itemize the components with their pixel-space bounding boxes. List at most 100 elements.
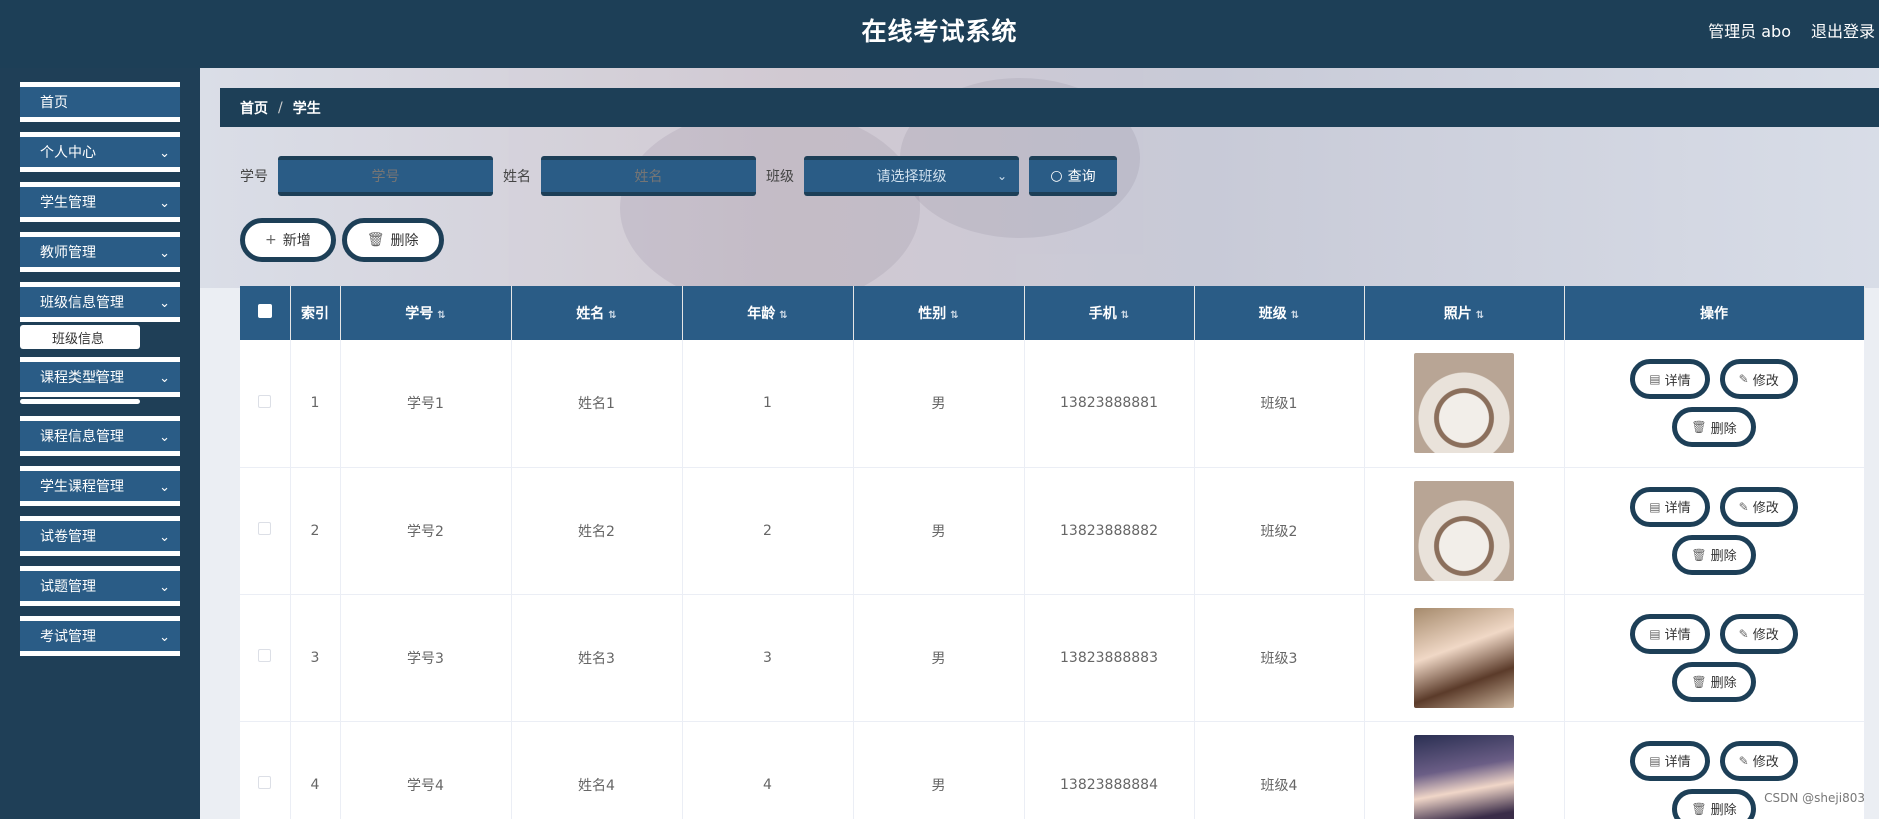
column-header-name[interactable]: 姓名 ⇅ — [511, 286, 683, 340]
row-checkbox[interactable] — [240, 594, 291, 722]
edit-button[interactable]: ✎ 修改 — [1719, 359, 1798, 400]
sidebar-item-student-course-management[interactable]: 学生课程管理 ⌄ — [20, 466, 180, 506]
student-photo[interactable] — [1414, 353, 1514, 454]
sort-icon[interactable]: ⇅ — [437, 310, 445, 321]
sidebar-item-teacher-management[interactable]: 教师管理 ⌄ — [20, 232, 180, 272]
query-button[interactable]: ○ 查询 — [1029, 156, 1117, 196]
top-header: 在线考试系统 管理员 abo 退出登录 — [0, 0, 1879, 68]
breadcrumb-home[interactable]: 首页 — [240, 98, 268, 118]
sidebar-item-personal-center[interactable]: 个人中心 ⌄ — [20, 132, 180, 172]
sidebar-item-exam-management[interactable]: 考试管理 ⌄ — [20, 616, 180, 656]
student-no-input[interactable] — [278, 156, 493, 196]
sidebar-item-label: 班级信息管理 — [40, 295, 124, 311]
batch-delete-button[interactable]: 🗑 删除 — [341, 218, 444, 262]
edit-button[interactable]: ✎ 修改 — [1719, 486, 1798, 527]
table-row: 4 学号4 姓名4 4 男 13823888884 班级4 ▤ 详情 ✎ 修改 🗑 删… — [240, 721, 1865, 819]
sidebar-item-home[interactable]: 首页 — [20, 82, 180, 122]
sort-icon[interactable]: ⇅ — [1291, 310, 1299, 321]
sort-icon[interactable]: ⇅ — [1121, 310, 1129, 321]
breadcrumb-current: 学生 — [292, 100, 321, 117]
column-header-label: 性别 — [918, 306, 947, 322]
main-content: 首页 / 学生 学号 姓名 班级 请选择班级 ⌄ ○ 查询 + 新增 🗑 删除 — [200, 68, 1879, 819]
cell-name: 姓名2 — [511, 467, 683, 595]
student-no-label: 学号 — [240, 169, 268, 185]
detail-label: 详情 — [1664, 628, 1691, 643]
column-header-label: 照片 — [1443, 306, 1472, 322]
logout-link[interactable]: 退出登录 — [1811, 18, 1875, 42]
cell-index: 1 — [290, 340, 341, 468]
document-icon: ▤ — [1649, 626, 1661, 641]
sidebar: 首页 个人中心 ⌄ 学生管理 ⌄ 教师管理 ⌄ 班级信息管理 ⌄ 班级信息 课程… — [0, 68, 200, 819]
chevron-down-icon: ⌄ — [159, 196, 170, 211]
cell-index: 4 — [290, 721, 341, 819]
column-header-phone[interactable]: 手机 ⇅ — [1024, 286, 1195, 340]
sort-icon[interactable]: ⇅ — [1476, 310, 1484, 321]
sidebar-item-student-management[interactable]: 学生管理 ⌄ — [20, 182, 180, 222]
student-photo[interactable] — [1414, 480, 1514, 581]
sidebar-subitem-class-info[interactable]: 班级信息 — [20, 325, 140, 349]
sidebar-item-question-management[interactable]: 试题管理 ⌄ — [20, 566, 180, 606]
search-icon: ○ — [1050, 168, 1063, 184]
detail-button[interactable]: ▤ 详情 — [1630, 740, 1710, 781]
sidebar-item-paper-management[interactable]: 试卷管理 ⌄ — [20, 516, 180, 556]
document-icon: ▤ — [1649, 753, 1661, 768]
cell-age: 2 — [682, 467, 854, 595]
column-header-class[interactable]: 班级 ⇅ — [1194, 286, 1365, 340]
detail-button[interactable]: ▤ 详情 — [1630, 486, 1710, 527]
sort-icon[interactable]: ⇅ — [779, 310, 787, 321]
edit-button[interactable]: ✎ 修改 — [1719, 740, 1798, 781]
detail-label: 详情 — [1664, 373, 1691, 389]
student-photo[interactable] — [1414, 734, 1514, 819]
sidebar-item-label: 学生管理 — [40, 195, 96, 211]
sidebar-item-label: 考试管理 — [40, 629, 96, 645]
sidebar-item-class-info-management[interactable]: 班级信息管理 ⌄ — [20, 282, 180, 322]
sidebar-item-course-type-management[interactable]: 课程类型管理 ⌄ — [20, 357, 180, 397]
delete-button[interactable]: 🗑 删除 — [1672, 407, 1756, 448]
edit-button[interactable]: ✎ 修改 — [1719, 613, 1798, 654]
edit-label: 修改 — [1752, 755, 1779, 770]
delete-button[interactable]: 🗑 删除 — [1672, 788, 1756, 819]
column-header-photo[interactable]: 照片 ⇅ — [1364, 286, 1565, 340]
chevron-down-icon: ⌄ — [159, 296, 170, 311]
sidebar-item-label: 教师管理 — [40, 245, 96, 261]
row-checkbox[interactable] — [240, 467, 291, 595]
student-table: 索引 学号 ⇅ 姓名 ⇅ 年龄 ⇅ 性别 ⇅ 手机 ⇅ 班级 ⇅ 照片 ⇅ 操作 1 学号1 … — [240, 286, 1865, 819]
select-all-checkbox[interactable] — [240, 286, 291, 340]
add-button[interactable]: + 新增 — [240, 218, 336, 262]
pencil-icon: ✎ — [1738, 753, 1749, 768]
query-button-label: 查询 — [1067, 169, 1096, 185]
sidebar-item-course-info-management[interactable]: 课程信息管理 ⌄ — [20, 416, 180, 456]
chevron-down-icon: ⌄ — [159, 530, 170, 545]
delete-button[interactable]: 🗑 删除 — [1672, 534, 1756, 575]
chevron-down-icon: ⌄ — [159, 146, 170, 161]
student-photo[interactable] — [1414, 607, 1514, 708]
delete-button[interactable]: 🗑 删除 — [1672, 661, 1756, 702]
app-title: 在线考试系统 — [861, 17, 1018, 46]
detail-button[interactable]: ▤ 详情 — [1630, 613, 1710, 654]
class-select[interactable]: 请选择班级 ⌄ — [804, 156, 1019, 196]
cell-gender: 男 — [853, 594, 1025, 722]
table-header-row: 索引 学号 ⇅ 姓名 ⇅ 年龄 ⇅ 性别 ⇅ 手机 ⇅ 班级 ⇅ 照片 ⇅ 操作 — [240, 286, 1865, 340]
column-header-label: 学号 — [405, 306, 434, 322]
action-bar: + 新增 🗑 删除 — [240, 218, 450, 262]
row-checkbox[interactable] — [240, 340, 291, 468]
add-button-label: 新增 — [282, 233, 311, 249]
column-header-gender[interactable]: 性别 ⇅ — [853, 286, 1025, 340]
sort-icon[interactable]: ⇅ — [950, 310, 958, 321]
pencil-icon: ✎ — [1738, 372, 1749, 387]
row-checkbox[interactable] — [240, 721, 291, 819]
breadcrumb-separator: / — [278, 99, 283, 116]
detail-button[interactable]: ▤ 详情 — [1630, 359, 1710, 400]
chevron-down-icon: ⌄ — [159, 371, 170, 386]
column-header-label: 年龄 — [747, 306, 776, 322]
batch-delete-label: 删除 — [390, 233, 419, 249]
cell-student-no: 学号3 — [340, 594, 512, 722]
column-header-label: 手机 — [1088, 306, 1117, 322]
sort-icon[interactable]: ⇅ — [608, 310, 616, 321]
column-header-index: 索引 — [290, 286, 341, 340]
chevron-down-icon: ⌄ — [996, 169, 1007, 183]
sidebar-item-label: 课程信息管理 — [40, 429, 124, 445]
column-header-student-no[interactable]: 学号 ⇅ — [340, 286, 512, 340]
name-input[interactable] — [541, 156, 756, 196]
column-header-age[interactable]: 年龄 ⇅ — [682, 286, 854, 340]
